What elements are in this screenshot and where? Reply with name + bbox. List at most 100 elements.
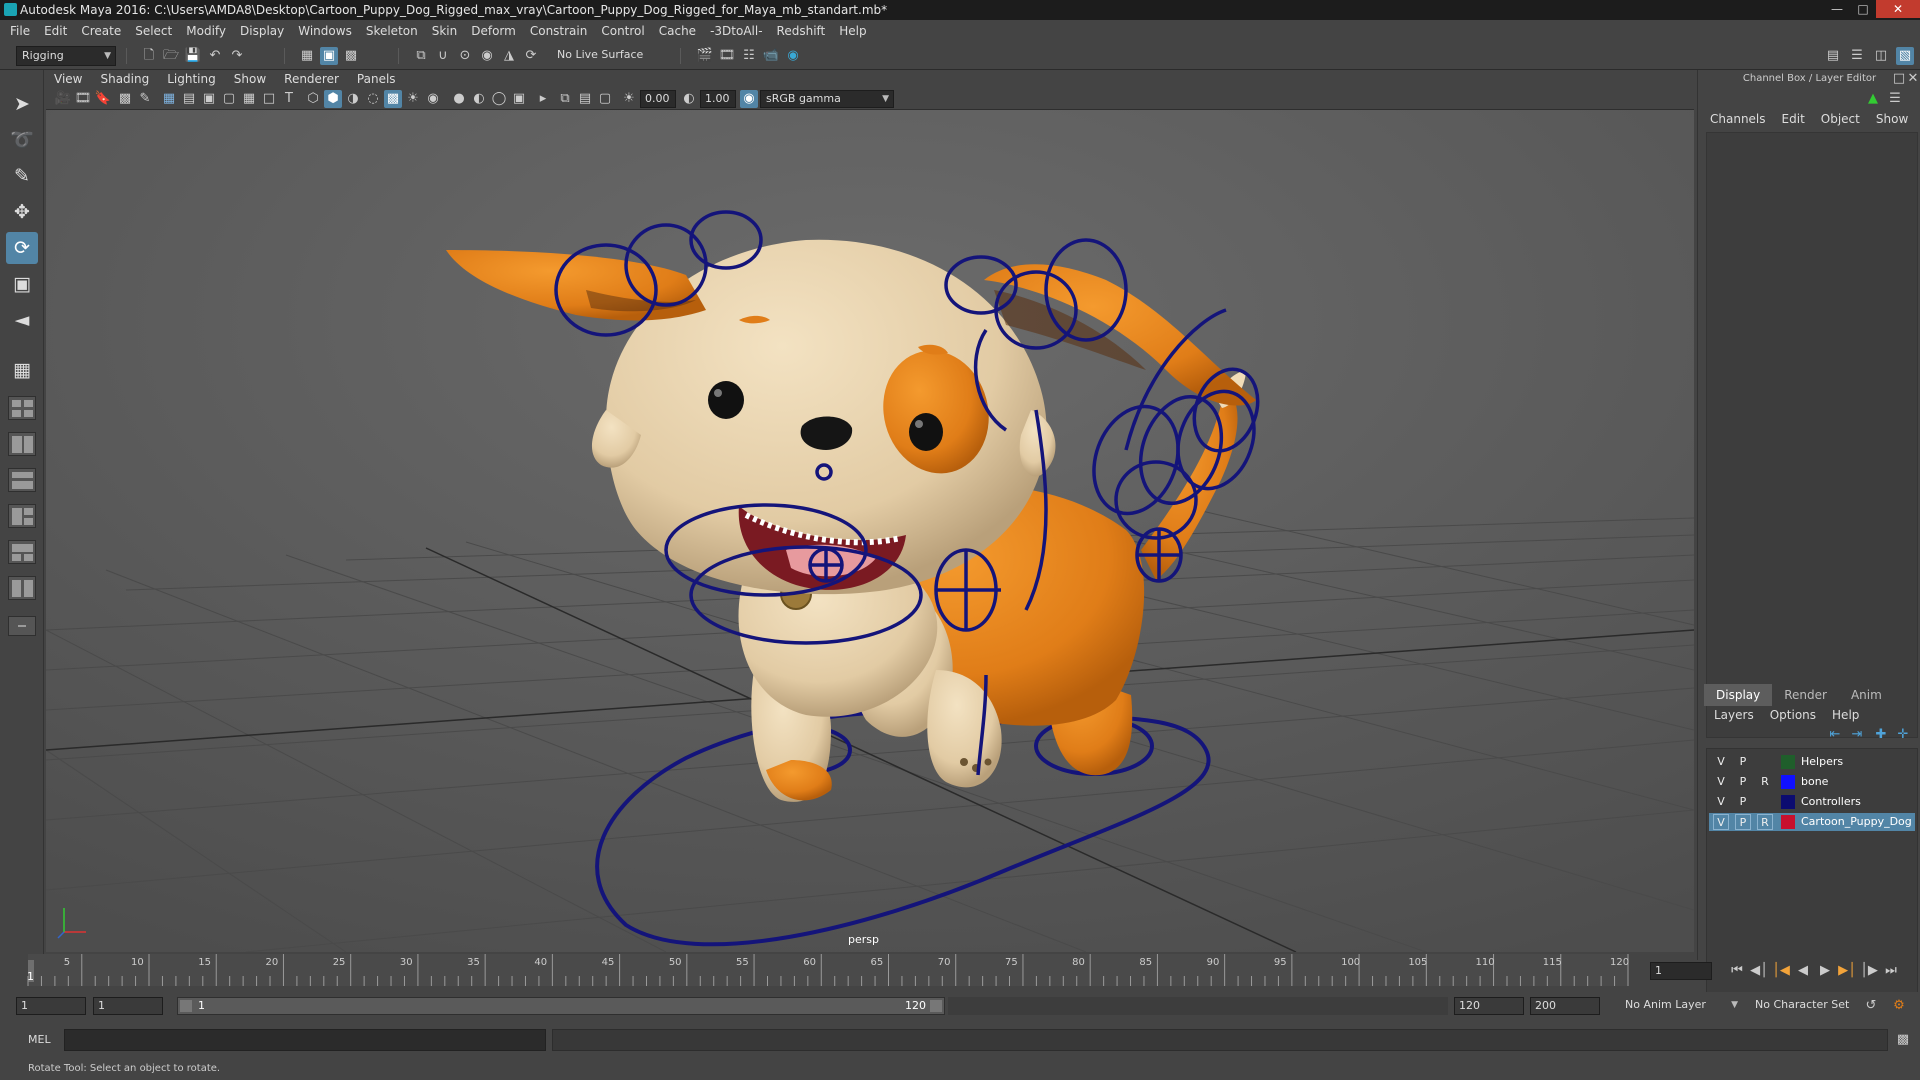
color-management-icon[interactable]: ◉: [740, 90, 758, 108]
menu-control[interactable]: Control: [601, 24, 644, 38]
motion-blur-icon[interactable]: ●: [450, 90, 468, 108]
anti-aliasing-icon[interactable]: ◐: [470, 90, 488, 108]
close-panel-icon[interactable]: ✕: [1904, 70, 1920, 88]
go-to-start-icon[interactable]: ⏮: [1728, 962, 1746, 980]
layer-playback-toggle[interactable]: P: [1735, 794, 1751, 810]
menu-redshift[interactable]: Redshift: [777, 24, 826, 38]
layer-visibility-toggle[interactable]: V: [1713, 754, 1729, 770]
outliner-persp-layout-icon[interactable]: [8, 468, 36, 492]
menu-constrain[interactable]: Constrain: [530, 24, 588, 38]
vp-menu-view[interactable]: View: [54, 72, 82, 86]
grease-pencil-icon[interactable]: ✎: [136, 90, 154, 108]
menu-3dtoall[interactable]: -3DtoAll-: [710, 24, 762, 38]
render-view-icon[interactable]: 🎬: [696, 47, 714, 65]
select-tool-icon[interactable]: ➤: [6, 88, 38, 120]
render-settings-icon[interactable]: 📹: [762, 47, 780, 65]
time-ruler[interactable]: 1 5 10 15 20 25 30 35 40 45 50 55 60 65 70 75 80 85 90 95 1…: [18, 954, 1642, 986]
persp-viewport[interactable]: persp: [46, 110, 1694, 952]
menu-edit[interactable]: Edit: [44, 24, 67, 38]
menu-deform[interactable]: Deform: [471, 24, 516, 38]
graph-editor-layout-icon[interactable]: [8, 504, 36, 528]
isolate-select-icon[interactable]: ▣: [510, 90, 528, 108]
anim-layer-dropdown[interactable]: No Anim Layer ▼: [1620, 996, 1742, 1016]
current-frame-field[interactable]: 1: [1650, 962, 1712, 980]
play-forward-icon[interactable]: ▶: [1816, 962, 1834, 980]
safe-title-icon[interactable]: T: [280, 90, 298, 108]
shadows-icon[interactable]: ☀: [404, 90, 422, 108]
use-all-lights-icon[interactable]: ▩: [384, 90, 402, 108]
vp-menu-panels[interactable]: Panels: [357, 72, 396, 86]
layer-visibility-toggle[interactable]: V: [1713, 774, 1729, 790]
snap-grid-icon[interactable]: ⧉: [412, 47, 430, 65]
layer-row-cartoon-puppy-dog[interactable]: V P R Cartoon_Puppy_Dog: [1709, 813, 1915, 831]
layer-color-swatch[interactable]: [1781, 815, 1795, 829]
le-menu-layers[interactable]: Layers: [1714, 708, 1754, 722]
single-layout-icon[interactable]: ▦: [6, 354, 38, 386]
vp-menu-renderer[interactable]: Renderer: [284, 72, 339, 86]
command-language-label[interactable]: MEL: [28, 1033, 51, 1046]
render-frame-icon[interactable]: 🎞: [718, 47, 736, 65]
time-slider[interactable]: 1 5 10 15 20 25 30 35 40 45 50 55 60 65 70 75 80 85 90 95 1…: [18, 954, 1642, 986]
layer-color-swatch[interactable]: [1781, 795, 1795, 809]
cb-menu-object[interactable]: Object: [1821, 112, 1860, 126]
animation-preferences-icon[interactable]: ⚙: [1890, 997, 1908, 1015]
gate-mask-icon[interactable]: ▢: [220, 90, 238, 108]
layer-playback-toggle[interactable]: P: [1735, 774, 1751, 790]
menu-create[interactable]: Create: [81, 24, 121, 38]
menu-set-dropdown[interactable]: Rigging ▼: [16, 46, 116, 66]
smooth-shade-icon[interactable]: ⬢: [324, 90, 342, 108]
attribute-editor-icon[interactable]: ☰: [1848, 47, 1866, 65]
field-chart-icon[interactable]: ▦: [240, 90, 258, 108]
move-tool-icon[interactable]: ✥: [6, 196, 38, 228]
script-editor-icon[interactable]: ▩: [1894, 1031, 1912, 1049]
hypershade-icon[interactable]: ◉: [784, 47, 802, 65]
anim-start-field[interactable]: 1: [16, 997, 86, 1015]
menu-cache[interactable]: Cache: [659, 24, 696, 38]
cb-menu-channels[interactable]: Channels: [1710, 112, 1766, 126]
play-backward-icon[interactable]: ◀: [1794, 962, 1812, 980]
image-plane-icon[interactable]: ▩: [116, 90, 134, 108]
menu-modify[interactable]: Modify: [186, 24, 226, 38]
range-slider-track[interactable]: [948, 997, 1448, 1015]
tab-display[interactable]: Display: [1704, 684, 1773, 706]
character-set-dropdown[interactable]: No Character Set: [1750, 996, 1870, 1016]
ipr-render-icon[interactable]: ☷: [740, 47, 758, 65]
side-by-side-layout-icon[interactable]: [8, 432, 36, 456]
layer-reference-toggle[interactable]: R: [1757, 814, 1773, 830]
step-forward-frame-icon[interactable]: ▶│: [1838, 962, 1856, 980]
ambient-occlusion-icon[interactable]: ◉: [424, 90, 442, 108]
new-layer-from-selection-icon[interactable]: ✛: [1894, 726, 1912, 744]
save-scene-icon[interactable]: 💾: [184, 47, 202, 65]
grid-icon[interactable]: ▦: [160, 90, 178, 108]
channel-box-area[interactable]: [1706, 132, 1918, 738]
step-back-frame-icon[interactable]: │◀: [1772, 962, 1790, 980]
custom-layout-icon[interactable]: [8, 616, 36, 636]
tab-render[interactable]: Render: [1772, 684, 1839, 706]
new-layer-icon[interactable]: ✚: [1872, 726, 1890, 744]
camera-icon[interactable]: 🎥: [54, 90, 72, 108]
playback-start-field[interactable]: 1: [93, 997, 163, 1015]
auto-key-icon[interactable]: ↺: [1862, 997, 1880, 1015]
depth-of-field-icon[interactable]: ◯: [490, 90, 508, 108]
wireframe-on-shaded-icon[interactable]: ◑: [344, 90, 362, 108]
range-handle-start[interactable]: [180, 1000, 192, 1012]
textured-icon[interactable]: ◌: [364, 90, 382, 108]
snap-live-icon[interactable]: ⟳: [522, 47, 540, 65]
step-forward-key-icon[interactable]: │▶: [1860, 962, 1878, 980]
xray-icon[interactable]: ▸: [534, 90, 552, 108]
close-icon[interactable]: ✕: [1876, 0, 1920, 18]
layer-row-controllers[interactable]: V P Controllers: [1709, 793, 1915, 811]
modeling-toolkit-icon[interactable]: ▤: [1824, 47, 1842, 65]
redo-icon[interactable]: ↷: [228, 47, 246, 65]
tab-anim[interactable]: Anim: [1839, 684, 1894, 706]
snap-surface-icon[interactable]: ◮: [500, 47, 518, 65]
exposure-icon[interactable]: ☀: [620, 90, 638, 108]
layer-reference-toggle[interactable]: [1757, 794, 1773, 810]
camera-attributes-icon[interactable]: 🎞: [74, 90, 92, 108]
le-menu-options[interactable]: Options: [1770, 708, 1816, 722]
layer-visibility-toggle[interactable]: V: [1713, 814, 1729, 830]
select-component-icon[interactable]: ▩: [342, 47, 360, 65]
paint-select-icon[interactable]: ✎: [6, 160, 38, 192]
undo-icon[interactable]: ↶: [206, 47, 224, 65]
channel-box-toggle-icon[interactable]: ▧: [1896, 47, 1914, 65]
